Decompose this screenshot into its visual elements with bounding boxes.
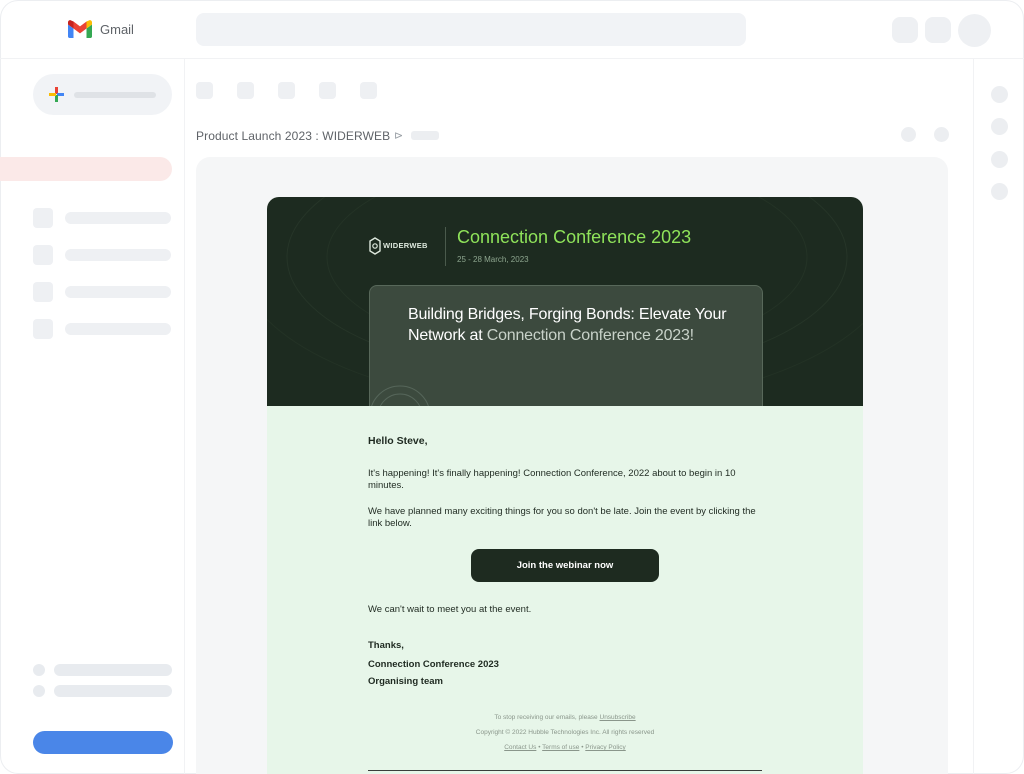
contacts-icon[interactable] <box>991 183 1008 200</box>
unsubscribe-link[interactable]: Unsubscribe <box>600 714 636 721</box>
side-panel-rail <box>973 59 1024 774</box>
email-hero: WIDERWEB Connection Conference 2023 25 -… <box>267 197 863 406</box>
footer-unsubscribe: To stop receiving our emails, please Uns… <box>267 714 863 721</box>
calendar-icon[interactable] <box>991 86 1008 103</box>
footer-divider <box>368 770 762 771</box>
compose-label-placeholder <box>74 92 156 98</box>
sidebar-item[interactable] <box>33 208 173 228</box>
hero-card: Building Bridges, Forging Bonds: Elevate… <box>369 285 763 406</box>
mark-unread-icon[interactable] <box>360 82 377 99</box>
compose-button[interactable] <box>33 74 172 115</box>
hero-heading: Building Bridges, Forging Bonds: Elevate… <box>408 304 748 346</box>
back-icon[interactable] <box>196 82 213 99</box>
sidebar-item[interactable] <box>33 319 173 339</box>
sidebar-item-label <box>65 286 171 298</box>
settings-icon[interactable] <box>925 17 951 43</box>
sidebar-item[interactable] <box>33 282 173 302</box>
contact-us-link[interactable]: Contact Us <box>504 744 536 751</box>
paragraph-details: We have planned many exciting things for… <box>368 506 756 529</box>
plus-icon <box>49 87 64 102</box>
report-icon[interactable] <box>278 82 295 99</box>
browser-window: Gmail Product Launch 2023: WIDERWEB ⊳ W… <box>0 0 1024 774</box>
label-dot-icon <box>33 685 45 697</box>
folder-icon <box>33 319 53 339</box>
keep-icon[interactable] <box>991 118 1008 135</box>
footer-separator: • <box>538 744 541 751</box>
sidebar-label[interactable] <box>33 664 173 676</box>
sidebar-item-label <box>65 249 171 261</box>
email-body: WIDERWEB Connection Conference 2023 25 -… <box>267 197 863 774</box>
conference-date: 25 - 28 March, 2023 <box>457 255 529 264</box>
sidebar-item-label <box>65 212 171 224</box>
sidebar-label-text <box>54 685 172 697</box>
footer-links: Contact Us • Terms of use • Privacy Poli… <box>267 744 863 751</box>
paragraph-intro: It's happening! It's finally happening! … <box>368 468 736 491</box>
widerweb-logo-icon <box>369 237 381 255</box>
sidebar-item[interactable] <box>33 245 173 265</box>
message-subject: Product Launch 2023 : WIDERWEB <box>196 129 391 143</box>
app-name: Gmail <box>100 22 134 37</box>
search-bar[interactable] <box>196 13 746 46</box>
meet-button[interactable] <box>33 731 173 754</box>
top-bar: Gmail <box>0 0 1024 59</box>
signature-line-2: Organising team <box>368 676 443 687</box>
delete-icon[interactable] <box>319 82 336 99</box>
sidebar-item-inbox[interactable] <box>0 157 172 181</box>
label-dot-icon <box>33 664 45 676</box>
folder-icon <box>33 208 53 228</box>
brand-name: WIDERWEB <box>383 241 428 250</box>
footer-unsubscribe-text: To stop receiving our emails, please <box>494 714 598 721</box>
join-webinar-button[interactable]: Join the webinar now <box>471 549 659 582</box>
open-in-new-icon[interactable] <box>934 127 949 142</box>
divider <box>445 227 446 266</box>
sidebar-label[interactable] <box>33 685 173 697</box>
sidebar <box>0 59 185 774</box>
tasks-icon[interactable] <box>991 151 1008 168</box>
sidebar-label-text <box>54 664 172 676</box>
label-chip[interactable] <box>411 131 439 140</box>
folder-icon <box>33 282 53 302</box>
avatar[interactable] <box>958 14 991 47</box>
archive-icon[interactable] <box>237 82 254 99</box>
gmail-logo-icon[interactable] <box>68 20 92 38</box>
greeting: Hello Steve, <box>368 435 428 447</box>
terms-link[interactable]: Terms of use <box>542 744 579 751</box>
hero-heading-highlight: Connection Conference 2023! <box>486 327 694 344</box>
signature-line-1: Connection Conference 2023 <box>368 659 499 670</box>
sidebar-item-label <box>65 323 171 335</box>
paragraph-closing: We can't wait to meet you at the event. <box>368 604 532 615</box>
conference-title: Connection Conference 2023 <box>457 227 692 247</box>
print-icon[interactable] <box>901 127 916 142</box>
label-icon[interactable]: ⊳ <box>394 129 403 142</box>
footer-separator: • <box>581 744 584 751</box>
sign-off: Thanks, <box>368 640 404 651</box>
help-icon[interactable] <box>892 17 918 43</box>
footer-copyright: Copyright © 2022 Hubble Technologies Inc… <box>475 729 655 736</box>
privacy-link[interactable]: Privacy Policy <box>585 744 625 751</box>
folder-icon <box>33 245 53 265</box>
card-decoration <box>371 385 429 406</box>
